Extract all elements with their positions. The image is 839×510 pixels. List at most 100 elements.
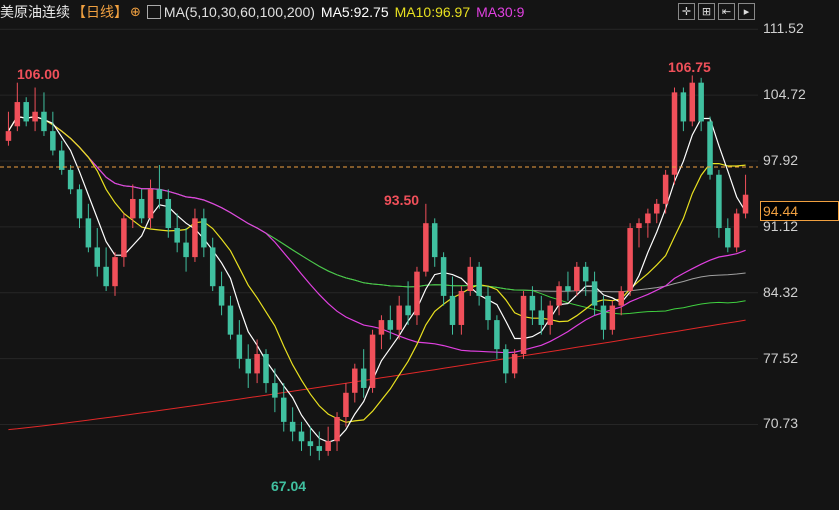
candle-body	[138, 198, 145, 219]
candle	[733, 208, 740, 253]
candle-body	[209, 247, 216, 287]
candle-body	[698, 82, 704, 122]
candle	[352, 363, 358, 403]
candle	[609, 300, 616, 335]
candle-body	[298, 431, 305, 442]
step-back-icon[interactable]: ⇤	[718, 3, 735, 20]
candle	[458, 286, 465, 335]
candle	[440, 252, 447, 306]
candle-body	[67, 169, 74, 190]
candle-body	[636, 223, 642, 229]
candle-body	[458, 291, 465, 325]
candle	[511, 349, 518, 379]
candle	[183, 228, 189, 272]
candle-body	[503, 349, 509, 374]
candle-body	[520, 295, 527, 355]
candles	[5, 75, 749, 461]
annotation-low: 67.04	[271, 478, 307, 494]
ma100-line	[7, 116, 746, 293]
candle	[529, 286, 536, 325]
candle-body	[289, 421, 296, 432]
candle	[121, 213, 127, 267]
candle-body	[201, 218, 207, 248]
candle-body	[574, 266, 580, 292]
ma30-line	[7, 115, 746, 354]
candle-body	[423, 223, 429, 272]
candle-body	[112, 257, 118, 287]
y-tick-label: 111.52	[763, 20, 804, 37]
candle-body	[245, 358, 251, 374]
candle-body	[218, 286, 225, 306]
period-label[interactable]: 【日线】	[72, 0, 128, 24]
candle	[174, 213, 180, 253]
candle-body	[538, 310, 545, 325]
candle	[85, 203, 92, 253]
candle	[360, 349, 367, 398]
candle-body	[369, 334, 376, 388]
candle-body	[725, 228, 731, 248]
zoom-icon[interactable]: ⊞	[698, 3, 715, 20]
ma10-value: MA10:96.97	[394, 4, 471, 20]
candle	[467, 257, 474, 296]
candle-body	[653, 203, 660, 214]
ma10-line	[7, 115, 746, 423]
candle-body	[662, 174, 669, 204]
candle	[645, 208, 651, 238]
candle	[671, 87, 678, 185]
candle-body	[609, 305, 616, 330]
ma-params-label[interactable]: MA(5,10,30,60,100,200)	[164, 0, 315, 24]
candle-body	[529, 295, 536, 311]
candle-body	[85, 218, 92, 248]
candle	[201, 208, 207, 258]
candle	[725, 218, 731, 253]
crosshair-icon[interactable]: ✛	[678, 3, 695, 20]
candle	[227, 295, 234, 340]
candle	[254, 339, 260, 384]
candle-body	[316, 446, 323, 451]
candle-body	[716, 174, 722, 229]
annotation-high-right: 106.75	[668, 59, 711, 75]
candle-body	[236, 334, 243, 359]
candle-body	[511, 354, 518, 374]
candle	[334, 412, 340, 451]
candle-body	[600, 305, 607, 330]
candle	[192, 208, 198, 262]
candle	[103, 247, 109, 292]
candle	[423, 203, 429, 277]
play-icon[interactable]: ▸	[738, 3, 755, 20]
candle	[218, 271, 225, 316]
candle	[307, 426, 314, 456]
candle-body	[254, 354, 260, 374]
candle-body	[565, 286, 571, 292]
candle-body	[449, 295, 456, 325]
candle-body	[742, 194, 749, 214]
ma-indicator-icon[interactable]	[146, 5, 161, 19]
candle	[627, 223, 633, 296]
candle-body	[130, 198, 136, 219]
candle	[58, 140, 65, 175]
y-tick-label: 77.52	[763, 349, 799, 366]
candle-body	[165, 198, 172, 229]
candle	[50, 111, 56, 156]
candle	[156, 165, 163, 209]
candle	[716, 169, 722, 238]
candle	[503, 344, 509, 384]
candle-body	[272, 383, 278, 398]
chart-header: 美原油连续 【日线】 ⊕ MA(5,10,30,60,100,200) MA5:…	[0, 0, 530, 24]
candlestick-chart	[0, 28, 758, 461]
y-tick-label: 97.92	[763, 151, 799, 168]
candle-body	[32, 111, 38, 122]
candle	[547, 300, 553, 335]
candle	[378, 315, 385, 350]
candle-body	[14, 102, 21, 127]
chart-toolbar: ✛ ⊞ ⇤ ▸	[678, 3, 755, 20]
ma5-line	[7, 115, 747, 443]
candle	[325, 426, 331, 456]
candle	[689, 75, 696, 127]
candle-body	[94, 247, 101, 267]
candle	[556, 281, 562, 316]
candle-body	[431, 223, 438, 258]
period-toggle-icon[interactable]: ⊕	[130, 0, 141, 24]
candle-body	[23, 102, 29, 122]
ma200-line	[8, 319, 746, 431]
